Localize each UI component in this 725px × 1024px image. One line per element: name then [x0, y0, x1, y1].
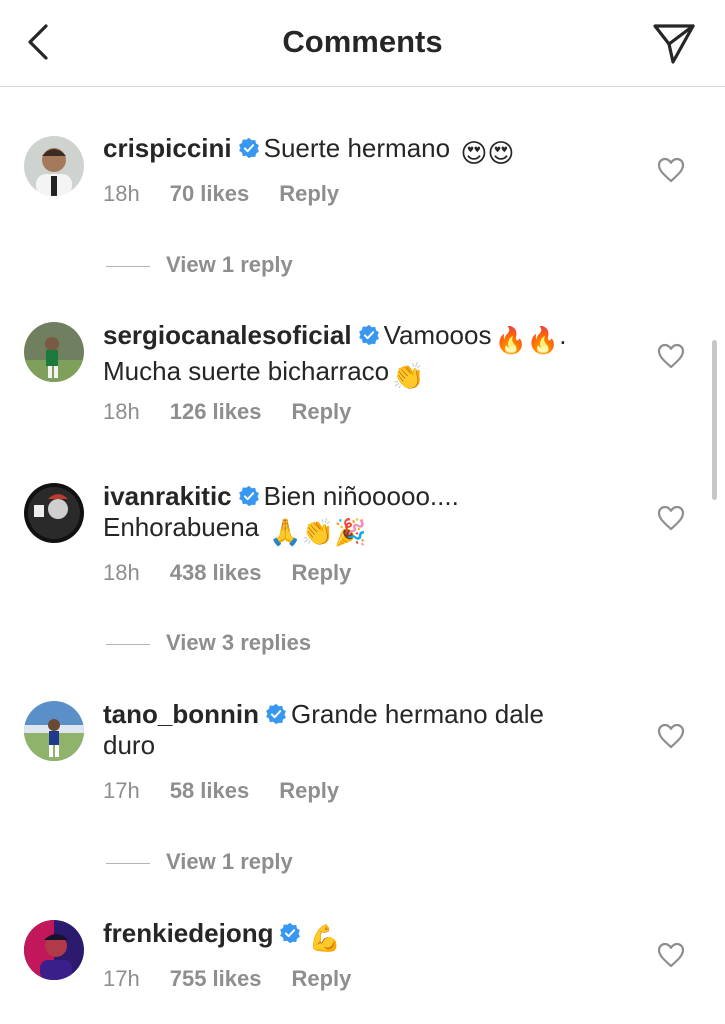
comment-meta: 18h 70 likes Reply [103, 181, 339, 207]
reply-button[interactable]: Reply [291, 966, 351, 992]
username[interactable]: tano_bonnin [103, 699, 259, 729]
avatar[interactable] [24, 701, 84, 761]
likes-count[interactable]: 70 likes [170, 181, 250, 207]
divider-line [106, 862, 150, 864]
avatar[interactable] [24, 322, 84, 382]
comment-message-line-2: Mucha suerte bicharraco [103, 356, 390, 386]
verified-badge-icon [280, 922, 301, 944]
comment-message: Vamooos [383, 320, 492, 350]
paper-plane-icon [653, 24, 695, 64]
timestamp: 17h [103, 778, 140, 803]
comment-text: crispiccini Suerte hermano 😍😍 [103, 133, 623, 169]
page-title: Comments [282, 24, 443, 59]
heart-outline-icon[interactable] [657, 723, 685, 749]
avatar[interactable] [24, 920, 84, 980]
reply-button[interactable]: Reply [279, 778, 339, 804]
verified-badge-icon [238, 137, 259, 159]
emoji: 😍😍 [460, 138, 515, 168]
emoji: 🔥🔥 [494, 325, 560, 355]
comment-message: Suerte hermano [263, 133, 451, 163]
view-replies-label: View 1 reply [166, 252, 293, 277]
scrollbar[interactable] [712, 340, 717, 500]
username[interactable]: sergiocanalesoficial [103, 320, 352, 350]
divider-line [106, 265, 150, 267]
comment-meta: 17h 755 likes Reply [103, 966, 351, 992]
heart-outline-icon[interactable] [657, 505, 685, 531]
likes-count[interactable]: 58 likes [170, 778, 250, 804]
comment-meta: 18h 126 likes Reply [103, 399, 351, 425]
verified-badge-icon [238, 485, 259, 507]
comment-text: sergiocanalesoficial Vamooos 🔥🔥. Mucha sue… [103, 320, 623, 392]
emoji: 👏 [392, 361, 425, 391]
comment-text: ivanrakitic Bien niñooooo.... Enhorabuena… [103, 481, 623, 548]
emoji: 💪 [308, 923, 341, 953]
comment-message: Bien niñooooo.... [263, 481, 459, 511]
comment-message: Grande hermano dale [290, 699, 544, 729]
comment-meta: 17h 58 likes Reply [103, 778, 339, 804]
username[interactable]: ivanrakitic [103, 481, 232, 511]
reply-button[interactable]: Reply [291, 399, 351, 425]
view-replies-label: View 3 replies [166, 630, 312, 655]
view-replies-label: View 1 reply [166, 849, 293, 874]
comment-message-line-2: Enhorabuena [103, 512, 260, 542]
timestamp: 18h [103, 560, 140, 585]
view-replies-button[interactable]: View 3 replies [106, 630, 311, 658]
username[interactable]: crispiccini [103, 133, 232, 163]
likes-count[interactable]: 126 likes [170, 399, 262, 425]
comment-meta: 18h 438 likes Reply [103, 560, 351, 586]
divider-line [106, 643, 150, 645]
timestamp: 18h [103, 181, 140, 206]
verified-badge-icon [266, 703, 286, 725]
emoji: 🙏👏🎉 [269, 517, 367, 547]
reply-button[interactable]: Reply [279, 181, 339, 207]
heart-outline-icon[interactable] [657, 343, 685, 369]
avatar[interactable] [24, 136, 84, 196]
verified-badge-icon [358, 324, 379, 346]
view-replies-button[interactable]: View 1 reply [106, 252, 293, 280]
likes-count[interactable]: 755 likes [170, 966, 262, 992]
comment-text: tano_bonnin Grande hermano dale duro [103, 699, 623, 761]
heart-outline-icon[interactable] [657, 942, 685, 968]
reply-button[interactable]: Reply [291, 560, 351, 586]
comment-message-tail: . [559, 320, 567, 350]
username[interactable]: frenkiedejong [103, 918, 273, 948]
avatar[interactable] [24, 483, 84, 543]
likes-count[interactable]: 438 likes [170, 560, 262, 586]
heart-outline-icon[interactable] [657, 157, 685, 183]
share-button[interactable] [651, 20, 697, 66]
timestamp: 18h [103, 399, 140, 424]
comment-text: frenkiedejong 💪 [103, 918, 623, 954]
header-bar: Comments [0, 0, 725, 87]
timestamp: 17h [103, 966, 140, 991]
view-replies-button[interactable]: View 1 reply [106, 849, 293, 877]
comment-message-line-2: duro [103, 730, 156, 760]
